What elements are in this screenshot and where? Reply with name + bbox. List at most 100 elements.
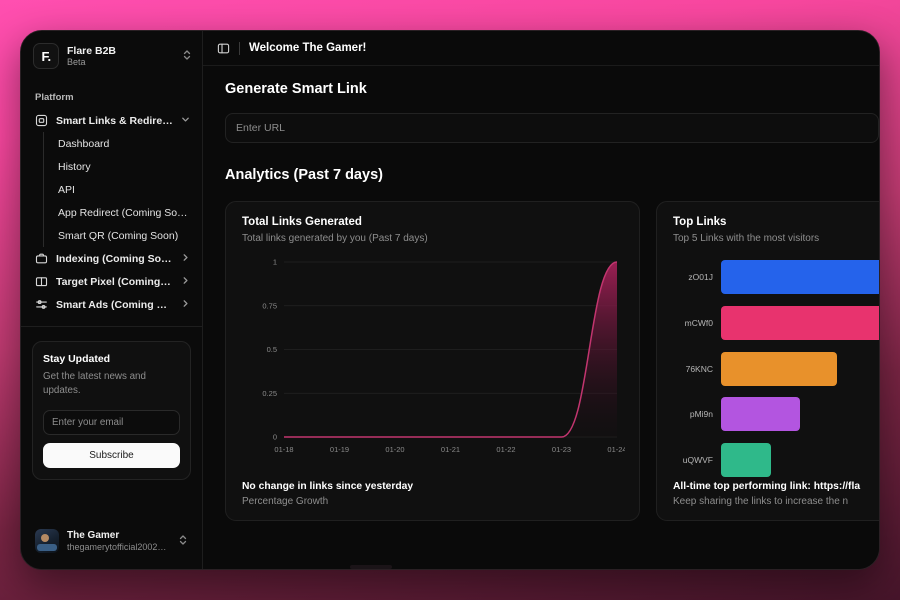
chevron-down-icon	[181, 115, 190, 126]
card-footer: All-time top performing link: https://fl…	[673, 481, 879, 520]
user-meta: The Gamer thegamerytofficial2002@g…	[67, 530, 170, 553]
sidebar-divider	[21, 326, 202, 327]
top-links-bar-chart: zO01J mCWf0 76KNC pMi9n uQWVF	[673, 254, 879, 481]
device-notch	[350, 565, 392, 569]
bar-track	[721, 351, 879, 386]
chevrons-up-down-icon	[178, 534, 188, 549]
sidebar-nav: Platform Smart Links & Redirection Dashb…	[21, 81, 202, 515]
topbar-separator	[239, 41, 240, 55]
bar-label: pMi9n	[689, 409, 713, 420]
app-window: F. Flare B2B Beta Platform Smart Links &…	[20, 30, 880, 570]
sidebar-item-smart-qr[interactable]: Smart QR (Coming Soon)	[46, 224, 202, 247]
bar-fill[interactable]	[721, 305, 879, 340]
newsletter-description: Get the latest news and updates.	[43, 371, 146, 397]
sidebar-item-api[interactable]: API	[46, 178, 202, 201]
bar-track	[721, 443, 879, 477]
book-open-icon	[35, 275, 48, 288]
card-title: Total Links Generated	[242, 216, 362, 228]
bar-row: 76KNC	[673, 351, 879, 386]
user-email: thegamerytofficial2002@g…	[67, 541, 170, 552]
bar-label: uQWVF	[682, 455, 713, 465]
team-plan-badge: Beta	[67, 56, 86, 67]
svg-text:01-20: 01-20	[385, 445, 404, 454]
sidebar-item-smart-ads[interactable]: Smart Ads (Coming Soon)	[21, 293, 202, 316]
generate-smart-link-title: Generate Smart Link	[225, 81, 367, 97]
page-title: Welcome The Gamer!	[249, 42, 367, 54]
bar-fill[interactable]	[721, 351, 837, 386]
link-square-icon	[35, 114, 48, 127]
card-subtitle: Top 5 Links with the most visitors	[673, 233, 820, 244]
sidebar-item-indexing[interactable]: Indexing (Coming Soon)	[21, 247, 202, 270]
svg-text:0: 0	[273, 433, 277, 442]
briefcase-icon	[35, 252, 48, 265]
svg-text:01-24: 01-24	[607, 445, 625, 454]
brand-logo: F.	[33, 43, 59, 69]
newsletter-card: Stay Updated Get the latest news and upd…	[32, 341, 191, 481]
growth-caption: Percentage Growth	[242, 496, 329, 507]
bar-label: mCWf0	[684, 317, 713, 328]
panel-left-icon[interactable]	[217, 42, 230, 55]
chevron-right-icon	[181, 299, 190, 310]
svg-text:0.25: 0.25	[262, 389, 277, 398]
sidebar-item-label: Target Pixel (Coming Soon)	[56, 275, 173, 288]
nav-group-label: Platform	[35, 92, 74, 103]
svg-text:0.5: 0.5	[267, 345, 277, 354]
sidebar-item-app-redirect[interactable]: App Redirect (Coming So…	[46, 201, 202, 224]
subscribe-button[interactable]: Subscribe	[43, 443, 180, 469]
bar-track	[721, 397, 879, 432]
sidebar-item-label: Smart Ads (Coming Soon)	[56, 298, 173, 311]
chevrons-up-down-icon	[182, 49, 192, 64]
growth-headline: No change in links since yesterday	[242, 481, 414, 492]
content-area: Generate Smart Link Analytics (Past 7 da…	[203, 66, 879, 569]
url-input[interactable]	[225, 113, 879, 143]
bar-label: zO01J	[688, 272, 713, 282]
sliders-icon	[35, 298, 48, 311]
bar-row: pMi9n	[673, 397, 879, 432]
svg-text:01-22: 01-22	[496, 445, 515, 454]
svg-text:01-21: 01-21	[441, 445, 460, 454]
svg-text:01-18: 01-18	[274, 445, 293, 454]
team-switcher[interactable]: F. Flare B2B Beta	[21, 31, 202, 81]
topbar: Welcome The Gamer!	[203, 31, 879, 66]
newsletter-email-input[interactable]	[43, 410, 180, 436]
analytics-cards-row: Total Links Generated Total links genera…	[225, 201, 879, 521]
top-link-caption: Keep sharing the links to increase the n	[673, 496, 849, 507]
top-link-headline: All-time top performing link: https://fl…	[673, 481, 861, 492]
bar-fill[interactable]	[721, 260, 879, 294]
svg-text:1: 1	[273, 258, 277, 267]
user-name: The Gamer	[67, 529, 120, 541]
bar-row: uQWVF	[673, 443, 879, 477]
top-links-card: Top Links Top 5 Links with the most visi…	[656, 201, 879, 521]
team-meta: Flare B2B Beta	[67, 45, 174, 67]
newsletter-title: Stay Updated	[43, 353, 111, 365]
card-title: Top Links	[673, 216, 727, 228]
sidebar-item-label: Smart Links & Redirection	[56, 114, 173, 127]
bar-fill[interactable]	[721, 443, 772, 477]
total-links-line-chart: 0 0.25 0.5 0.75 1 01-18 01-19 01-20 01-21 01-22 01…	[262, 258, 626, 454]
bar-fill[interactable]	[721, 397, 800, 432]
team-name: Flare B2B	[67, 44, 117, 57]
svg-text:01-23: 01-23	[552, 445, 571, 454]
svg-text:0.75: 0.75	[262, 301, 277, 310]
svg-text:01-19: 01-19	[330, 445, 349, 454]
card-footer: No change in links since yesterday Perce…	[242, 481, 623, 520]
avatar	[35, 529, 59, 553]
chevron-right-icon	[181, 276, 190, 287]
card-subtitle: Total links generated by you (Past 7 day…	[242, 233, 428, 244]
main-content: Welcome The Gamer! Generate Smart Link A…	[203, 31, 879, 569]
line-chart-body: 0 0.25 0.5 0.75 1 01-18 01-19 01-20 01-21 01-22 01…	[242, 254, 626, 481]
total-links-generated-card: Total Links Generated Total links genera…	[225, 201, 640, 521]
sidebar-subnav-smart-links: Dashboard History API App Redirect (Comi…	[43, 132, 202, 247]
chevron-right-icon	[181, 253, 190, 264]
sidebar-item-dashboard[interactable]: Dashboard	[46, 132, 202, 155]
sidebar-item-target-pixel[interactable]: Target Pixel (Coming Soon)	[21, 270, 202, 293]
user-profile-switcher[interactable]: The Gamer thegamerytofficial2002@g…	[29, 523, 194, 559]
bar-label: 76KNC	[685, 363, 713, 374]
sidebar: F. Flare B2B Beta Platform Smart Links &…	[21, 31, 203, 569]
bar-track	[721, 305, 879, 340]
analytics-title: Analytics (Past 7 days)	[225, 167, 383, 183]
sidebar-item-smart-links[interactable]: Smart Links & Redirection	[21, 109, 202, 132]
bar-chart-body: zO01J mCWf0 76KNC pMi9n uQWVF	[673, 254, 879, 481]
sidebar-item-history[interactable]: History	[46, 155, 202, 178]
sidebar-item-label: Indexing (Coming Soon)	[56, 252, 173, 265]
